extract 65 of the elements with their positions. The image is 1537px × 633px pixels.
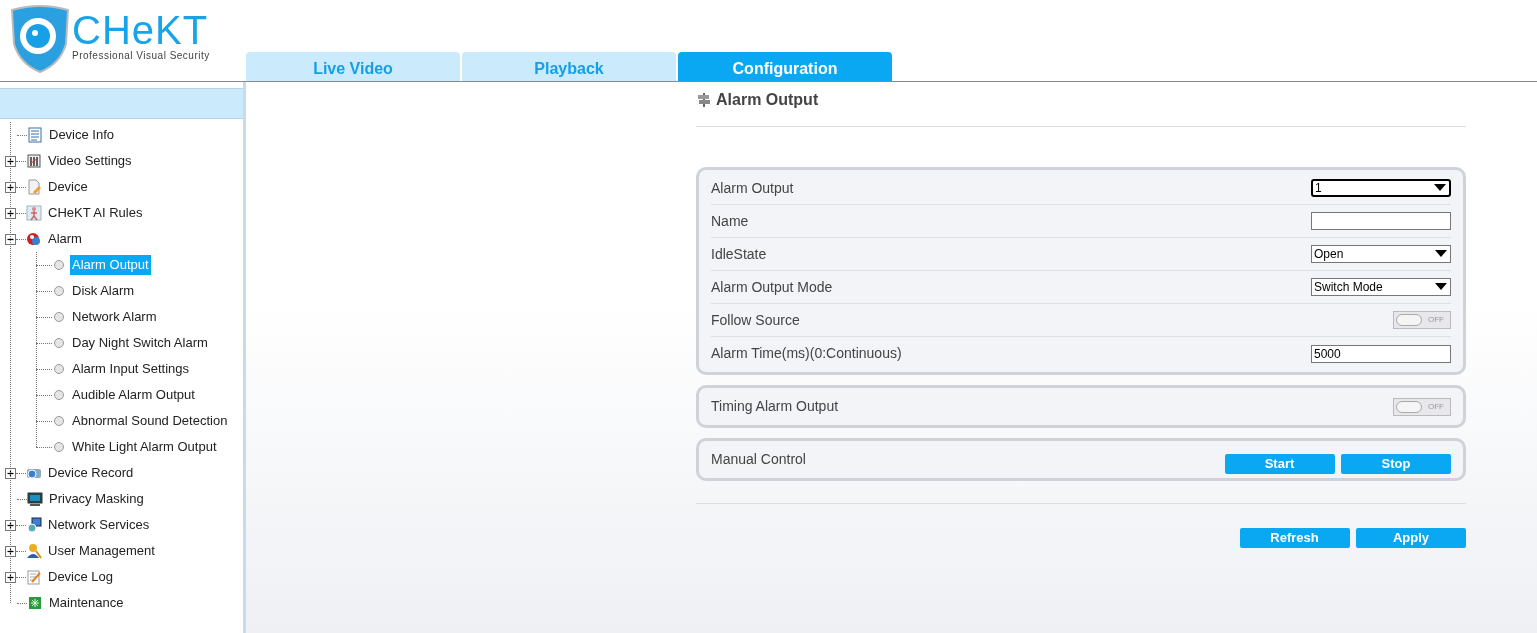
field-label: Alarm Output [711, 178, 794, 198]
sidebar-item[interactable]: CHeKT AI Rules [46, 203, 145, 223]
user-key-icon [26, 543, 42, 559]
dropdown[interactable]: 1 [1311, 179, 1451, 197]
bullet-icon [54, 442, 64, 452]
page-title: Alarm Output [716, 90, 819, 110]
field-label: IdleState [711, 244, 767, 264]
notepad-pencil-icon [26, 569, 42, 585]
sidebar-subitem[interactable]: Alarm Input Settings [70, 359, 192, 379]
collapse-icon[interactable] [5, 233, 16, 245]
field-label: Alarm Time(ms)(0:Continuous) [711, 344, 902, 363]
sidebar-item[interactable]: Device [46, 177, 90, 197]
input-field[interactable] [1311, 212, 1451, 230]
input-field[interactable]: 5000 [1311, 344, 1451, 363]
dropdown-caret-icon [1435, 250, 1447, 258]
bullet-icon [54, 260, 64, 270]
dropdown-caret-icon [1435, 283, 1447, 291]
sidebar-item[interactable]: Network Services [46, 515, 152, 535]
sidebar-item[interactable]: Device Log [46, 567, 116, 587]
field-label: Timing Alarm Output [711, 397, 839, 416]
signpost-icon [696, 92, 712, 108]
dropdown[interactable]: Switch Mode [1311, 278, 1451, 296]
maintenance-tile-icon [27, 595, 43, 611]
expand-icon[interactable] [5, 519, 16, 531]
expand-icon[interactable] [5, 467, 16, 479]
expand-icon[interactable] [5, 155, 16, 167]
field-label: Manual Control [711, 450, 806, 469]
dropdown-caret-icon [1434, 184, 1446, 192]
settings-sliders-icon [26, 153, 42, 169]
expand-icon[interactable] [5, 181, 16, 193]
sidebar-subitem[interactable]: White Light Alarm Output [70, 437, 219, 457]
sidebar-item[interactable]: Video Settings [46, 151, 134, 171]
sidebar-item[interactable]: Device Record [46, 463, 136, 483]
brand-name: CHeKT [72, 10, 210, 50]
sidebar-subitem[interactable]: Network Alarm [70, 307, 159, 327]
network-gear-icon [26, 517, 42, 533]
bullet-icon [54, 338, 64, 348]
field-label: Alarm Output Mode [711, 277, 833, 297]
sidebar-item[interactable]: User Management [46, 541, 157, 561]
expand-icon[interactable] [5, 207, 16, 219]
field-label: Name [711, 211, 749, 231]
figure-icon [26, 205, 42, 221]
bullet-icon [54, 286, 64, 296]
sidebar-subitem[interactable]: Day Night Switch Alarm [70, 333, 210, 353]
bullet-icon [54, 364, 64, 374]
sidebar-subitem[interactable]: Disk Alarm [70, 281, 137, 301]
bullet-icon [54, 312, 64, 322]
brand-tagline: Professional Visual Security [72, 49, 210, 63]
expand-icon[interactable] [5, 545, 16, 557]
sidebar-item[interactable]: Privacy Masking [47, 489, 146, 509]
sidebar-item[interactable]: Alarm [46, 229, 84, 249]
sidebar-item[interactable]: Device Info [47, 125, 117, 145]
expand-icon[interactable] [5, 571, 16, 583]
list-document-icon [27, 127, 43, 143]
field-label: Follow Source [711, 310, 800, 330]
dropdown[interactable]: Open [1311, 245, 1451, 263]
sidebar-item[interactable]: Maintenance [47, 593, 126, 613]
document-pencil-icon [26, 179, 42, 195]
alarm-icon [26, 231, 42, 247]
bullet-icon [54, 390, 64, 400]
monitor-icon [27, 491, 43, 507]
bullet-icon [54, 416, 64, 426]
shield-logo-icon [8, 4, 72, 74]
sidebar-subitem[interactable]: Abnormal Sound Detection [70, 411, 230, 431]
sidebar-subitem[interactable]: Audible Alarm Output [70, 385, 197, 405]
